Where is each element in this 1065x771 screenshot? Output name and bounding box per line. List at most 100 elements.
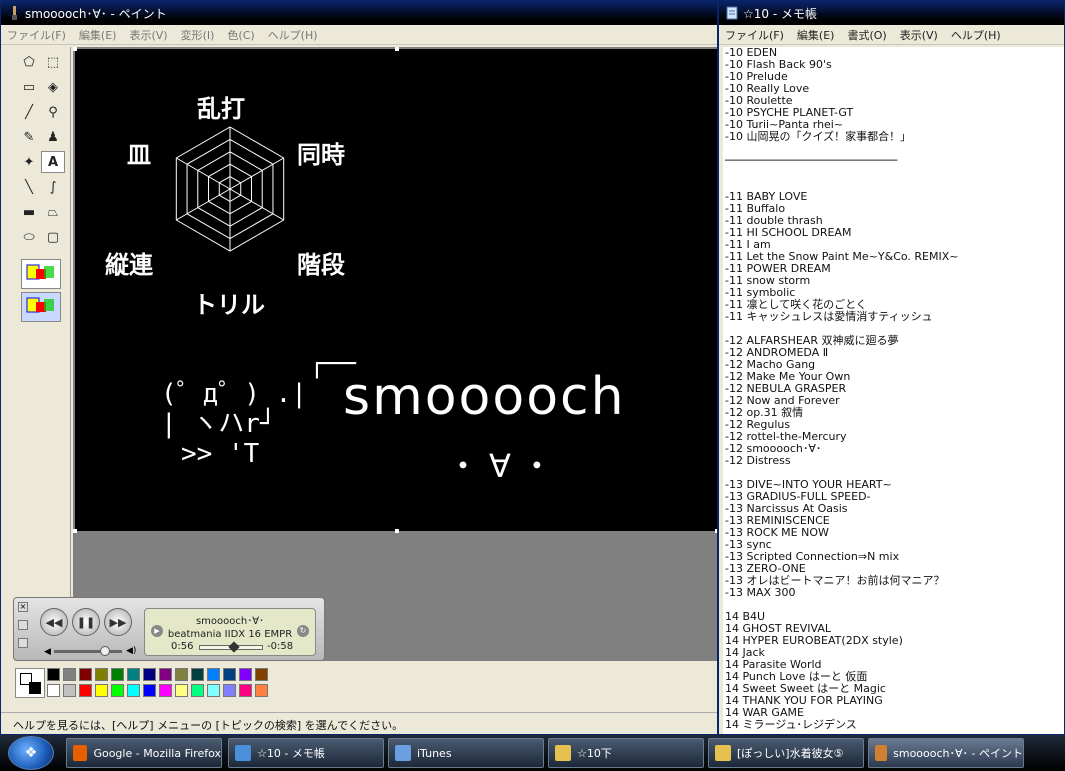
color-picker-icon[interactable]: ╱ bbox=[17, 101, 41, 123]
eraser-icon[interactable]: ▭ bbox=[17, 76, 41, 98]
notepad-text-area[interactable]: -10 EDEN -10 Flash Back 90's -10 Prelude -1… bbox=[723, 47, 1064, 734]
menu-image[interactable]: 変形(I) bbox=[181, 27, 215, 43]
notepad-titlebar[interactable]: ☆10 - メモ帳 bbox=[719, 1, 1064, 25]
text-line: 14 ミラージュ･レジデンス bbox=[725, 718, 857, 731]
pause-button[interactable]: ❚❚ bbox=[72, 608, 100, 636]
progress-bar[interactable] bbox=[199, 641, 263, 653]
brush-icon[interactable]: ♟ bbox=[41, 126, 65, 148]
color-swatch[interactable] bbox=[223, 668, 236, 681]
previous-track-button[interactable]: ◀◀ bbox=[40, 608, 68, 636]
menu-view[interactable]: 表示(V) bbox=[129, 27, 167, 43]
color-swatch[interactable] bbox=[175, 668, 188, 681]
text-mode-opaque-icon[interactable] bbox=[21, 259, 61, 289]
color-swatch[interactable] bbox=[175, 684, 188, 697]
current-colors[interactable] bbox=[15, 668, 45, 698]
color-swatch[interactable] bbox=[111, 684, 124, 697]
now-playing-display: smooooch･∀･ ▶ beatmania IIDX 16 EMPR ↻ 0… bbox=[144, 608, 316, 656]
taskbar-item-label: ☆10下 bbox=[577, 747, 612, 760]
itunes-mini-player: × ◀◀ ❚❚ ▶▶ ◀ ◀) smooooch･∀･ ▶ beatmania … bbox=[13, 597, 325, 661]
color-swatch[interactable] bbox=[127, 684, 140, 697]
menu-format[interactable]: 書式(O) bbox=[847, 27, 886, 43]
color-swatch[interactable] bbox=[255, 668, 268, 681]
color-swatch[interactable] bbox=[159, 684, 172, 697]
color-swatch[interactable] bbox=[143, 684, 156, 697]
color-swatch[interactable] bbox=[207, 668, 220, 681]
taskbar-item[interactable]: iTunes bbox=[388, 738, 544, 768]
fill-bucket-icon[interactable]: ◈ bbox=[41, 76, 65, 98]
radar-label-bottom-right: 階段 bbox=[297, 251, 345, 279]
taskbar-item[interactable]: Google - Mozilla Firefox bbox=[66, 738, 222, 768]
menu-edit[interactable]: 編集(E) bbox=[797, 27, 835, 43]
curve-icon[interactable]: ∫ bbox=[41, 176, 65, 198]
paint-app-icon bbox=[7, 6, 21, 20]
show-artist-icon[interactable]: ▶ bbox=[151, 625, 163, 637]
text-mode-transparent-icon[interactable] bbox=[21, 292, 61, 322]
start-button[interactable]: ❖ bbox=[8, 736, 54, 770]
taskbar-item[interactable]: ☆10下 bbox=[548, 738, 704, 768]
color-swatch[interactable] bbox=[95, 684, 108, 697]
color-swatch[interactable] bbox=[159, 668, 172, 681]
resize-handle[interactable] bbox=[395, 529, 399, 533]
resize-handle[interactable] bbox=[395, 47, 399, 51]
menu-colors[interactable]: 色(C) bbox=[227, 27, 254, 43]
color-swatch[interactable] bbox=[127, 668, 140, 681]
app-icon bbox=[395, 745, 411, 761]
repeat-icon[interactable]: ↻ bbox=[297, 625, 309, 637]
color-swatch[interactable] bbox=[207, 684, 220, 697]
app-icon bbox=[875, 745, 888, 761]
color-swatch[interactable] bbox=[255, 684, 268, 697]
progress-indicator[interactable] bbox=[228, 641, 241, 653]
color-swatch[interactable] bbox=[223, 684, 236, 697]
color-swatch[interactable] bbox=[79, 684, 92, 697]
magnifier-icon[interactable]: ⚲ bbox=[41, 101, 65, 123]
color-swatch[interactable] bbox=[191, 684, 204, 697]
notepad-menubar: ファイル(F) 編集(E) 書式(O) 表示(V) ヘルプ(H) bbox=[719, 25, 1064, 45]
volume-knob[interactable] bbox=[99, 646, 110, 656]
drawing-canvas[interactable]: 乱打 同時 階段 トリル 縦連 皿 ┌── (゜д゜) .| | ヽハr┘ >> 'T… bbox=[75, 49, 717, 531]
color-swatch[interactable] bbox=[63, 684, 76, 697]
minimize-icon[interactable] bbox=[18, 620, 28, 630]
text-line bbox=[725, 167, 1064, 179]
taskbar-item[interactable]: ☆10 - メモ帳 bbox=[228, 738, 384, 768]
close-icon[interactable]: × bbox=[18, 602, 28, 612]
ellipse-icon[interactable]: ⬭ bbox=[17, 226, 41, 248]
color-swatch[interactable] bbox=[143, 668, 156, 681]
color-swatch[interactable] bbox=[95, 668, 108, 681]
taskbar-item[interactable]: [ぽっしい]水着彼女⑤ bbox=[708, 738, 864, 768]
polygon-icon[interactable]: ⏢ bbox=[41, 201, 65, 223]
volume-slider[interactable] bbox=[54, 646, 122, 656]
menu-edit[interactable]: 編集(E) bbox=[79, 27, 117, 43]
color-swatch[interactable] bbox=[191, 668, 204, 681]
menu-help[interactable]: ヘルプ(H) bbox=[951, 27, 1001, 43]
color-swatch[interactable] bbox=[47, 684, 60, 697]
color-swatch[interactable] bbox=[47, 668, 60, 681]
canvas-area: 乱打 同時 階段 トリル 縦連 皿 ┌── (゜д゜) .| | ヽハr┘ >> 'T… bbox=[73, 47, 717, 661]
rectangle-icon[interactable]: ▬ bbox=[17, 201, 41, 223]
text-line bbox=[725, 599, 1064, 611]
free-select-icon[interactable]: ⬠ bbox=[17, 51, 41, 73]
text-line: -12 Distress bbox=[725, 454, 791, 467]
color-swatch[interactable] bbox=[111, 668, 124, 681]
restore-icon[interactable] bbox=[18, 638, 28, 648]
text-tool-icon[interactable]: A bbox=[41, 151, 65, 173]
color-swatch[interactable] bbox=[63, 668, 76, 681]
rounded-rect-icon[interactable]: ▢ bbox=[41, 226, 65, 248]
resize-handle[interactable] bbox=[73, 529, 77, 533]
resize-handle[interactable] bbox=[73, 47, 77, 51]
radar-chart-drawing bbox=[175, 126, 285, 252]
color-swatch[interactable] bbox=[79, 668, 92, 681]
pencil-icon[interactable]: ✎ bbox=[17, 126, 41, 148]
menu-help[interactable]: ヘルプ(H) bbox=[268, 27, 318, 43]
menu-view[interactable]: 表示(V) bbox=[900, 27, 938, 43]
ascii-line-3: | ヽハr┘ bbox=[161, 409, 276, 439]
color-swatch[interactable] bbox=[239, 668, 252, 681]
rect-select-icon[interactable]: ⬚ bbox=[41, 51, 65, 73]
line-icon[interactable]: ╲ bbox=[17, 176, 41, 198]
airbrush-icon[interactable]: ✦ bbox=[17, 151, 41, 173]
menu-file[interactable]: ファイル(F) bbox=[7, 27, 66, 43]
menu-file[interactable]: ファイル(F) bbox=[725, 27, 784, 43]
color-swatch[interactable] bbox=[239, 684, 252, 697]
paint-titlebar[interactable]: smooooch･∀･ - ペイント bbox=[1, 1, 717, 25]
next-track-button[interactable]: ▶▶ bbox=[104, 608, 132, 636]
taskbar-item[interactable]: smooooch･∀･ - ペイント bbox=[868, 738, 1024, 768]
